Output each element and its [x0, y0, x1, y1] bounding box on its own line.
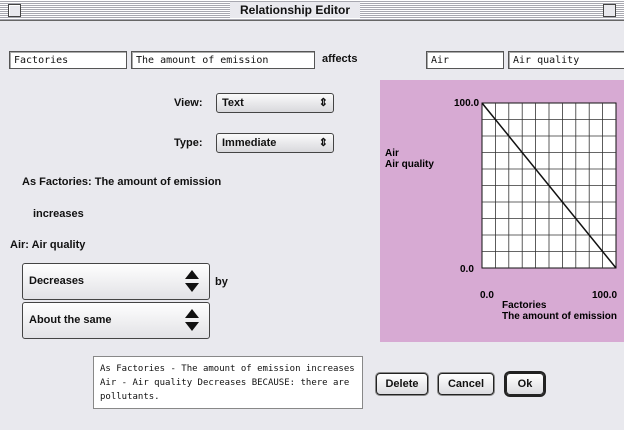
y-tick-min: 0.0: [460, 264, 474, 275]
relationship-graph-panel: 100.0 0.0 0.0 100.0 Air Air quality Facto…: [380, 80, 624, 342]
target-property-field[interactable]: Air quality: [508, 51, 624, 69]
by-label: by: [215, 276, 228, 288]
description-textarea[interactable]: As Factories - The amount of emission in…: [93, 356, 363, 409]
magnitude-select-value: About the same: [29, 314, 112, 326]
zoom-box-icon[interactable]: [603, 4, 616, 17]
direction-select[interactable]: Decreases: [22, 263, 210, 300]
close-box-icon[interactable]: [8, 4, 21, 17]
direction-select-value: Decreases: [29, 275, 85, 287]
window-title: Relationship Editor: [230, 2, 361, 18]
x-axis-label: Factories The amount of emission: [502, 300, 617, 322]
type-label: Type:: [174, 137, 203, 149]
updown-arrows-icon: ⇕: [318, 137, 328, 149]
view-select[interactable]: Text ⇕: [216, 93, 334, 113]
statement-cause: As Factories: The amount of emission: [22, 176, 222, 188]
updown-arrows-icon: ⇕: [318, 97, 328, 109]
delete-button[interactable]: Delete: [376, 373, 428, 395]
affects-label: affects: [322, 53, 358, 65]
view-label: View:: [174, 97, 203, 109]
source-object-field[interactable]: Factories: [9, 51, 127, 69]
x-tick-max: 100.0: [592, 290, 617, 301]
updown-arrows-icon: [185, 309, 199, 333]
view-select-value: Text: [222, 97, 244, 109]
updown-arrows-icon: [185, 270, 199, 294]
relationship-graph[interactable]: 100.0 0.0 0.0 100.0 Air Air quality Facto…: [380, 80, 624, 342]
title-bar[interactable]: Relationship Editor: [0, 0, 624, 21]
y-tick-max: 100.0: [454, 98, 479, 109]
y-axis-label: Air Air quality: [385, 148, 434, 170]
statement-change: increases: [33, 208, 84, 220]
x-tick-min: 0.0: [480, 290, 494, 301]
source-property-field[interactable]: The amount of emission: [131, 51, 315, 69]
type-select[interactable]: Immediate ⇕: [216, 133, 334, 153]
target-object-field[interactable]: Air: [426, 51, 504, 69]
ok-button[interactable]: Ok: [506, 373, 544, 395]
magnitude-select[interactable]: About the same: [22, 302, 210, 339]
type-select-value: Immediate: [222, 137, 277, 149]
cancel-button[interactable]: Cancel: [438, 373, 494, 395]
statement-target: Air: Air quality: [10, 239, 86, 251]
